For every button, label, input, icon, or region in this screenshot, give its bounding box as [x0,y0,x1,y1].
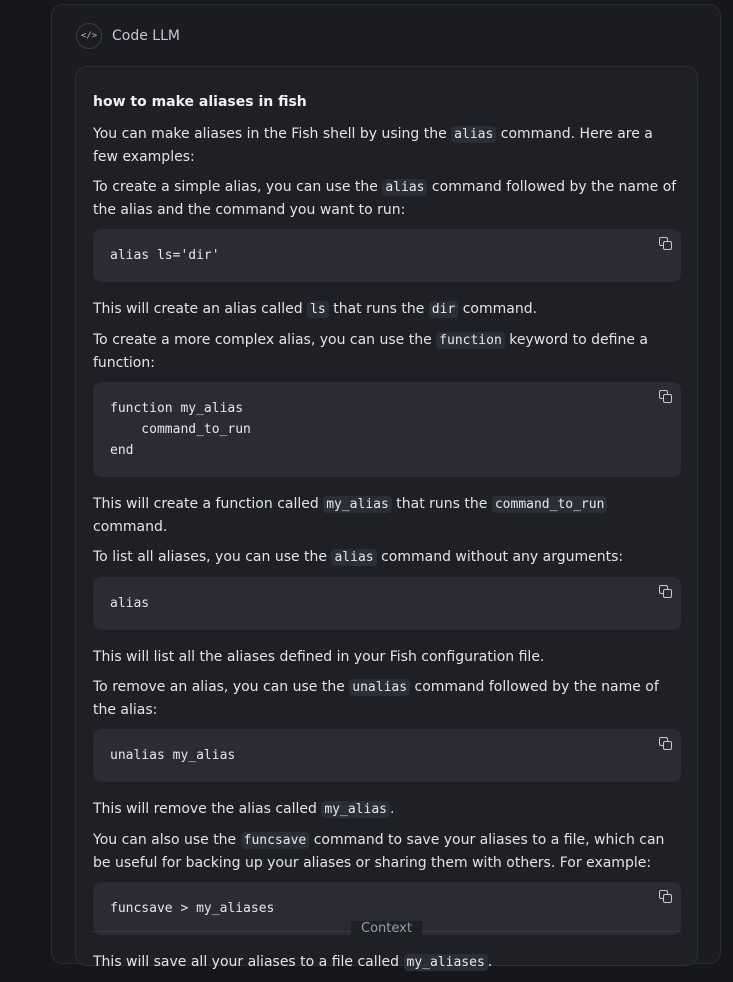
answer-paragraph: This will create an alias called ls that… [93,298,681,321]
inline-code: command_to_run [491,496,608,513]
paragraph-text: This will list all the aliases defined i… [93,649,545,665]
paragraph-text: You can also use the [93,832,241,848]
chat-panel: </> Code LLM how to make aliases in fish… [51,4,721,971]
code-text: alias [110,596,150,611]
message-card: how to make aliases in fish You can make… [75,66,698,971]
code-text: function my_alias command_to_run end [110,401,251,458]
answer-paragraph: This will create a function called my_al… [93,493,681,538]
answer-paragraph: This will save all your aliases to a fil… [93,951,681,974]
answer-paragraph: This will list all the aliases defined i… [93,646,681,668]
copy-icon[interactable] [659,390,673,404]
inline-code: function [436,332,505,349]
answer-paragraph: You can make aliases in the Fish shell b… [93,123,681,168]
code-icon: </> [76,23,102,49]
paragraph-text: To create a more complex alias, you can … [93,332,437,348]
answer-body: You can make aliases in the Fish shell b… [93,123,681,974]
copy-icon[interactable] [659,237,673,251]
answer-paragraph: To list all aliases, you can use the ali… [93,546,681,569]
copy-icon[interactable] [659,585,673,599]
inline-code: unalias [349,679,411,696]
inline-code: funcsave [240,832,310,849]
user-question: how to make aliases in fish [93,94,307,110]
inline-code: dir [428,301,459,318]
code-block: alias ls='dir' [93,229,681,282]
answer-paragraph: This will remove the alias called my_ali… [93,798,681,821]
answer-paragraph: To create a simple alias, you can use th… [93,176,681,221]
paragraph-text: You can make aliases in the Fish shell b… [93,126,452,142]
paragraph-text: command. [93,519,168,535]
paragraph-text: that runs the [328,301,429,317]
answer-paragraph: To create a more complex alias, you can … [93,329,681,374]
answer-paragraph: To remove an alias, you can use the unal… [93,676,681,721]
inline-code: my_alias [323,496,392,513]
paragraph-text: This will remove the alias called [93,801,322,817]
paragraph-text: command. [458,301,538,317]
paragraph-text: To list all aliases, you can use the [93,549,332,565]
code-block: function my_alias command_to_run end [93,382,681,477]
inline-code: alias [451,126,497,143]
paragraph-text: To create a simple alias, you can use th… [93,179,383,195]
code-text: funcsave > my_aliases [110,901,275,916]
copy-icon[interactable] [659,890,673,904]
code-block: alias [93,577,681,630]
copy-icon[interactable] [659,737,673,751]
code-text: unalias my_alias [110,748,236,763]
inline-code: my_aliases [403,954,488,971]
paragraph-text: This will create an alias called [93,301,308,317]
inline-code: alias [382,179,428,196]
bot-header: </> Code LLM [76,23,180,49]
paragraph-text: To remove an alias, you can use the [93,679,350,695]
paragraph-text: command without any arguments: [376,549,624,565]
paragraph-text: . [487,954,493,970]
paragraph-text: that runs the [391,496,492,512]
inline-code: ls [307,301,329,318]
code-block: unalias my_alias [93,729,681,782]
answer-paragraph: You can also use the funcsave command to… [93,829,681,874]
paragraph-text: This will save all your aliases to a fil… [93,954,404,970]
inline-code: alias [331,549,377,566]
inline-code: my_alias [321,801,390,818]
message-content: how to make aliases in fish You can make… [93,91,681,982]
bot-name: Code LLM [112,28,180,44]
code-text: alias ls='dir' [110,248,220,263]
paragraph-text: . [389,801,395,817]
paragraph-text: This will create a function called [93,496,324,512]
